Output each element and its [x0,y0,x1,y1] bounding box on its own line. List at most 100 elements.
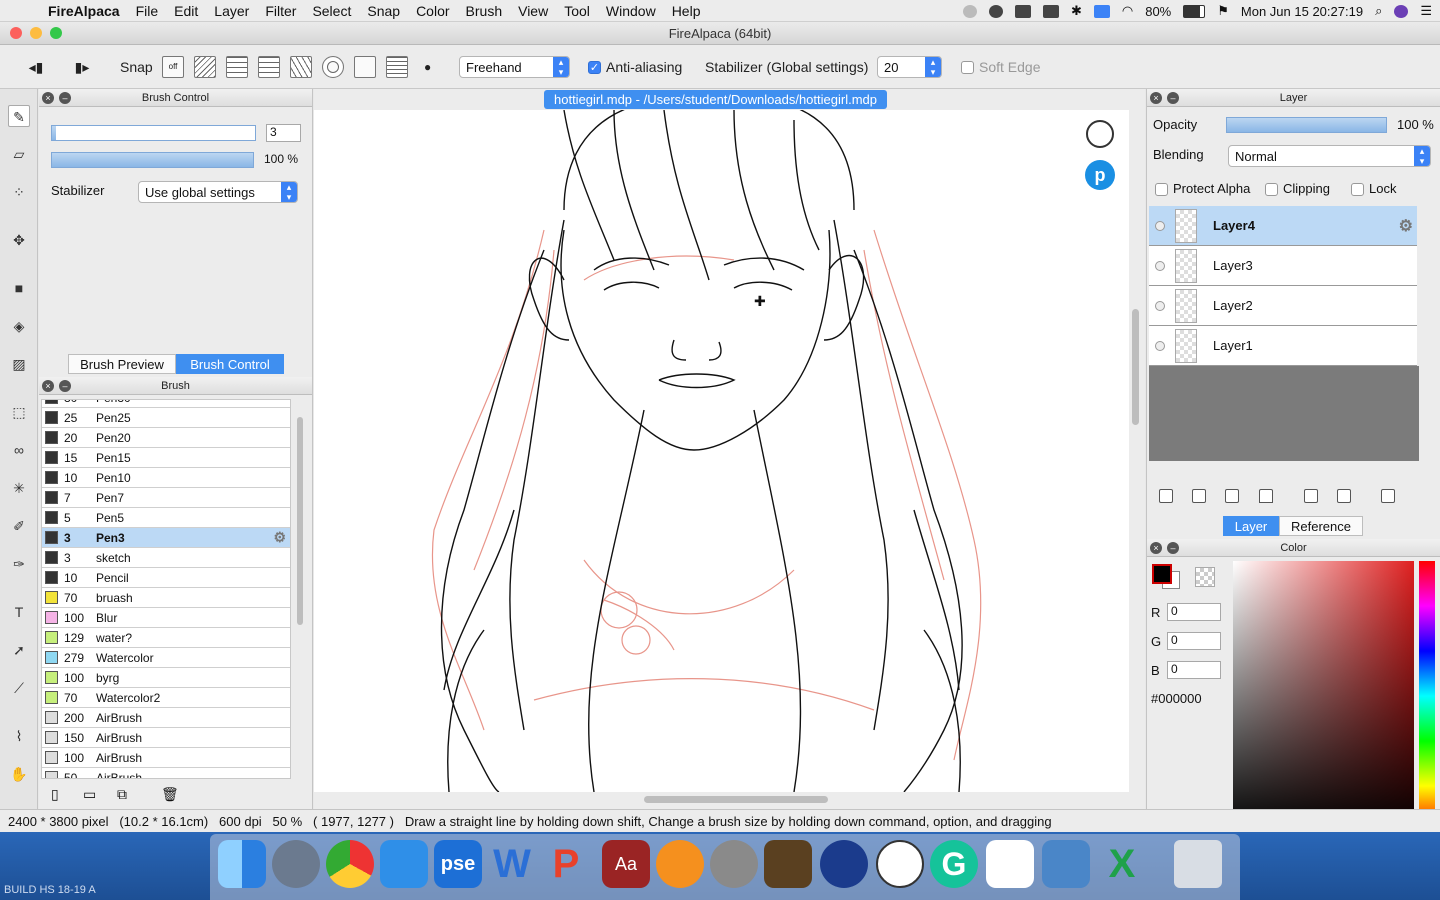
gradient-tool-icon[interactable]: ▨ [8,353,30,375]
menu-select[interactable]: Select [304,3,359,19]
brush-list-scrollbar[interactable] [297,417,303,625]
trash-icon[interactable] [1381,489,1395,503]
canvas-vertical-scrollbar[interactable] [1132,309,1139,425]
close-panel-icon[interactable]: × [1150,92,1162,104]
brush-row[interactable]: 129 water? [42,628,290,648]
photoshop-elements-icon[interactable]: pse [434,840,482,888]
system-preferences-icon[interactable] [710,840,758,888]
gear-icon[interactable]: ⚙ [273,529,286,546]
menu-snap[interactable]: Snap [359,3,408,19]
gear-icon[interactable]: ⚙ [1399,216,1413,236]
brush-row[interactable]: 100 byrg [42,668,290,688]
saturation-value-picker[interactable] [1233,561,1414,831]
hue-slider[interactable] [1419,561,1435,831]
stabilizer-select[interactable]: 20 ▴ ▾ [877,56,942,78]
select-pen-tool-icon[interactable]: ✐ [8,515,30,537]
duplicate-layer-icon[interactable] [1304,489,1318,503]
drawing-canvas[interactable]: ✚ p [314,97,1129,793]
excel-icon[interactable]: X [1098,840,1146,888]
r-input[interactable]: 0 [1167,603,1221,621]
notes-app-icon[interactable] [380,840,428,888]
lasso-tool-icon[interactable]: ∞ [8,439,30,461]
bucket-tool-icon[interactable]: ◈ [8,315,30,337]
new-brush-icon[interactable]: ▯ [51,786,59,803]
snap-parallel-icon[interactable] [194,56,216,78]
eraser-tool-icon[interactable]: ▱ [8,143,30,165]
menu-view[interactable]: View [510,3,556,19]
canvas-horizontal-scrollbar[interactable] [644,796,828,803]
brush-row[interactable]: 50 AirBrush [42,768,290,778]
search-icon[interactable]: ⌕ [1375,3,1382,19]
soft-edge-checkbox[interactable]: Soft Edge [961,56,1041,78]
layer-row[interactable]: Layer4 ⚙ [1149,206,1417,246]
layer-row[interactable]: Layer2 [1149,286,1417,326]
brush-row[interactable]: 15 Pen15 [42,448,290,468]
quicktime-icon[interactable] [820,840,868,888]
brush-stabilizer-select[interactable]: Use global settings ▴ ▾ [138,181,298,203]
operation-tool-icon[interactable]: ➚ [8,639,30,661]
move-tool-icon[interactable]: ✥ [8,229,30,251]
magic-wand-tool-icon[interactable]: ✳ [8,477,30,499]
b-input[interactable]: 0 [1167,661,1221,679]
foreground-color-swatch[interactable] [1152,564,1172,584]
snap-circle-icon[interactable] [322,56,344,78]
blending-select[interactable]: Normal ▴ ▾ [1228,145,1431,167]
tab-layer[interactable]: Layer [1223,516,1279,536]
word-icon[interactable]: W [488,840,536,888]
dictionary-icon[interactable]: Aa [602,840,650,888]
dot-icon[interactable]: ● [424,56,431,78]
lock-checkbox[interactable]: Lock [1351,181,1396,197]
snap-grid-icon[interactable] [226,56,248,78]
close-panel-icon[interactable]: × [42,92,54,104]
protect-alpha-checkbox[interactable]: Protect Alpha [1155,181,1250,197]
brush-row[interactable]: 200 AirBrush [42,708,290,728]
new-layer-icon[interactable] [1159,489,1173,503]
dot-tool-icon[interactable]: ⁘ [8,181,30,203]
menu-layer[interactable]: Layer [206,3,257,19]
snap-off-icon[interactable]: off [162,56,184,78]
tab-brush-preview[interactable]: Brush Preview [68,354,176,374]
brush-row[interactable]: 3 Pen3 ⚙ [42,528,290,548]
brush-row[interactable]: 25 Pen25 [42,408,290,428]
brush-opacity-slider[interactable] [51,152,254,168]
g-input[interactable]: 0 [1167,632,1221,650]
tab-brush-control[interactable]: Brush Control [176,354,284,374]
menu-window[interactable]: Window [598,3,664,19]
brush-size-slider[interactable] [51,125,256,141]
trash-icon[interactable]: 🗑 [161,786,179,803]
bluetooth-icon[interactable]: ✱ [1071,3,1082,19]
ibooks-icon[interactable] [656,840,704,888]
visibility-icon[interactable] [1155,340,1165,351]
select-eraser-tool-icon[interactable]: ✑ [8,553,30,575]
menu-file[interactable]: File [128,3,167,19]
minimize-window-icon[interactable] [30,27,42,39]
transparent-color-swatch[interactable] [1195,567,1215,587]
brush-row[interactable]: 70 bruash [42,588,290,608]
menu-color[interactable]: Color [408,3,457,19]
drawing-mode-select[interactable]: Freehand ▴ ▾ [459,56,570,78]
prev-icon[interactable]: ◂▮ [26,56,46,78]
brush-row[interactable]: 100 AirBrush [42,748,290,768]
menu-edit[interactable]: Edit [166,3,206,19]
vpn-icon[interactable] [1093,4,1110,18]
firealpaca-icon[interactable] [876,840,924,888]
zoom-window-icon[interactable] [50,27,62,39]
brush-row[interactable]: 5 Pen5 [42,508,290,528]
select-tool-icon[interactable]: ⬚ [8,401,30,423]
collapse-panel-icon[interactable]: – [1167,542,1179,554]
close-panel-icon[interactable]: × [42,380,54,392]
brush-row[interactable]: 20 Pen20 [42,428,290,448]
siri-icon[interactable] [1394,4,1409,18]
close-panel-icon[interactable]: × [1150,542,1162,554]
brush-row[interactable]: 10 Pencil [42,568,290,588]
sync-icon[interactable] [962,4,977,18]
keyboard-icon[interactable] [1042,4,1059,18]
tab-reference[interactable]: Reference [1279,516,1363,536]
visibility-icon[interactable] [1155,220,1165,231]
text-tool-icon[interactable]: T [8,601,30,623]
grammarly-icon[interactable]: G [930,840,978,888]
menu-filter[interactable]: Filter [257,3,304,19]
trash-icon[interactable] [1174,840,1222,888]
wifi-icon[interactable]: ◠ [1122,3,1133,19]
snap-horizontal-icon[interactable] [258,56,280,78]
